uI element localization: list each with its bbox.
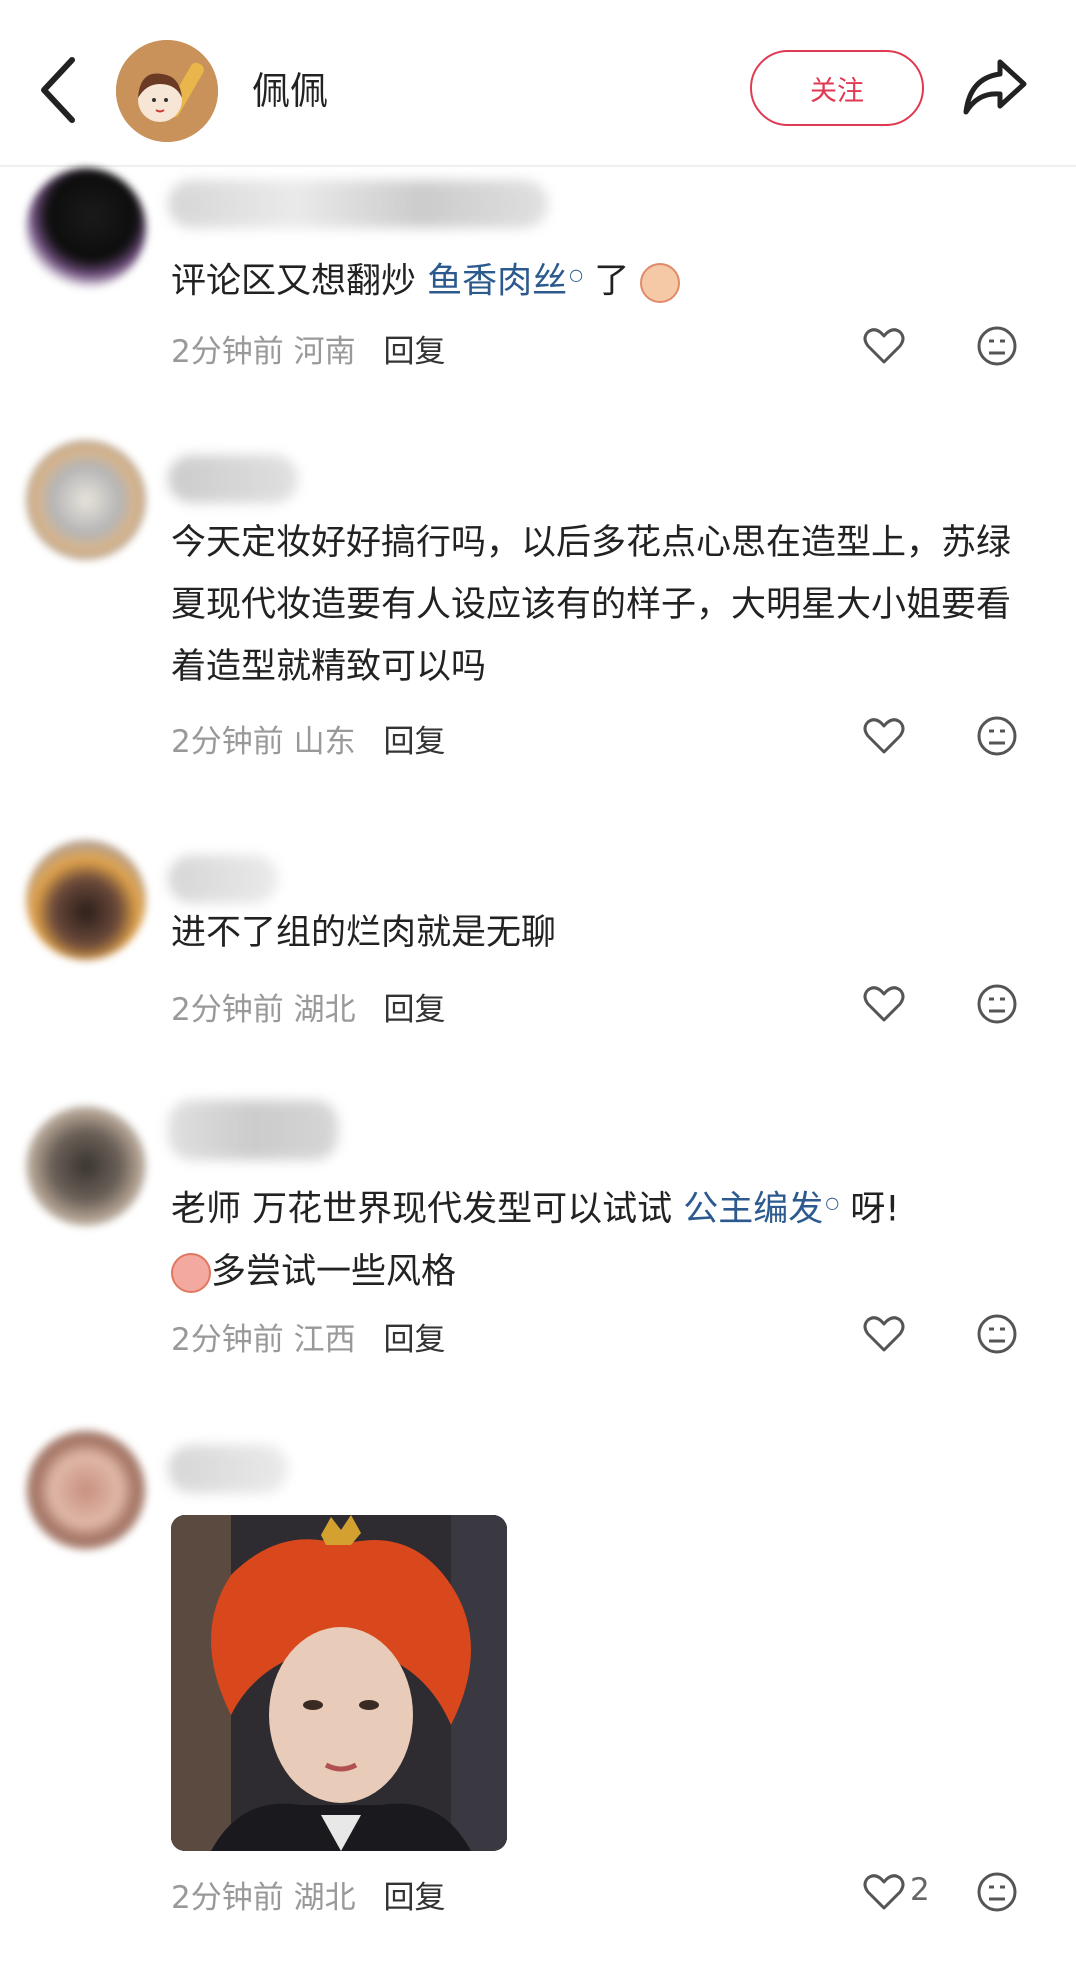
- comment-meta: 2分钟前 湖北 回复: [171, 1880, 446, 1916]
- reply-button[interactable]: 回复: [383, 1880, 445, 1916]
- magnifier-icon: ○: [569, 265, 584, 284]
- username-blurred[interactable]: [168, 180, 548, 228]
- username-blurred[interactable]: [168, 1445, 288, 1493]
- reply-button[interactable]: 回复: [383, 724, 445, 760]
- page-title: 佩佩: [252, 69, 329, 113]
- neutral-face-icon[interactable]: [975, 1312, 1019, 1356]
- top-bar: 佩佩 关注: [0, 0, 1076, 167]
- back-arrow-icon[interactable]: [30, 50, 90, 130]
- neutral-face-icon[interactable]: [975, 714, 1019, 758]
- comment-text: 评论区又想翻炒 鱼香肉丝 ○ 了: [171, 244, 1031, 313]
- commenter-avatar[interactable]: [26, 840, 146, 960]
- comment-text: 老师 万花世界现代发型可以试试 公主编发 ○ 呀! 多尝试一些风格: [171, 1189, 900, 1293]
- comment-image[interactable]: [171, 1515, 507, 1851]
- heart-icon[interactable]: [862, 714, 906, 758]
- comment-text: 今天定妆好好搞行吗，以后多花点心思在造型上，苏绿夏现代妆造要有人设应该有的样子，…: [171, 523, 1012, 687]
- username-blurred[interactable]: [168, 1100, 338, 1160]
- neutral-face-icon[interactable]: [975, 324, 1019, 368]
- commenter-avatar[interactable]: [26, 440, 146, 560]
- username-blurred[interactable]: [168, 455, 298, 503]
- comment-meta: 2分钟前 山东 回复: [171, 724, 446, 760]
- heart-icon[interactable]: [862, 1312, 906, 1356]
- commenter-avatar[interactable]: [26, 168, 146, 288]
- comment-meta: 2分钟前 江西 回复: [171, 1322, 446, 1358]
- heart-icon[interactable]: [862, 324, 906, 368]
- follow-button[interactable]: 关注: [750, 50, 924, 126]
- commenter-avatar[interactable]: [26, 1430, 146, 1550]
- reply-button[interactable]: 回复: [383, 334, 445, 370]
- author-avatar[interactable]: [116, 40, 218, 142]
- like-count: 2: [910, 1872, 930, 1908]
- comment-text: 进不了组的烂肉就是无聊: [171, 913, 557, 953]
- commenter-avatar[interactable]: [26, 1106, 146, 1226]
- topic-link[interactable]: 鱼香肉丝: [427, 262, 567, 302]
- magnifier-icon: ○: [825, 1193, 840, 1212]
- topic-link[interactable]: 公主编发: [683, 1190, 823, 1230]
- crying-emoji-icon: [640, 262, 681, 303]
- peach-emoji-icon: [171, 1252, 211, 1293]
- comment-meta: 2分钟前 湖北 回复: [171, 992, 446, 1028]
- reply-button[interactable]: 回复: [383, 1322, 445, 1358]
- neutral-face-icon[interactable]: [975, 1870, 1019, 1914]
- heart-icon[interactable]: [862, 1870, 906, 1914]
- comment-meta: 2分钟前 河南 回复: [171, 334, 446, 370]
- username-blurred[interactable]: [168, 855, 278, 903]
- neutral-face-icon[interactable]: [975, 982, 1019, 1026]
- reply-button[interactable]: 回复: [383, 992, 445, 1028]
- share-icon[interactable]: [960, 52, 1030, 122]
- heart-icon[interactable]: [862, 982, 906, 1026]
